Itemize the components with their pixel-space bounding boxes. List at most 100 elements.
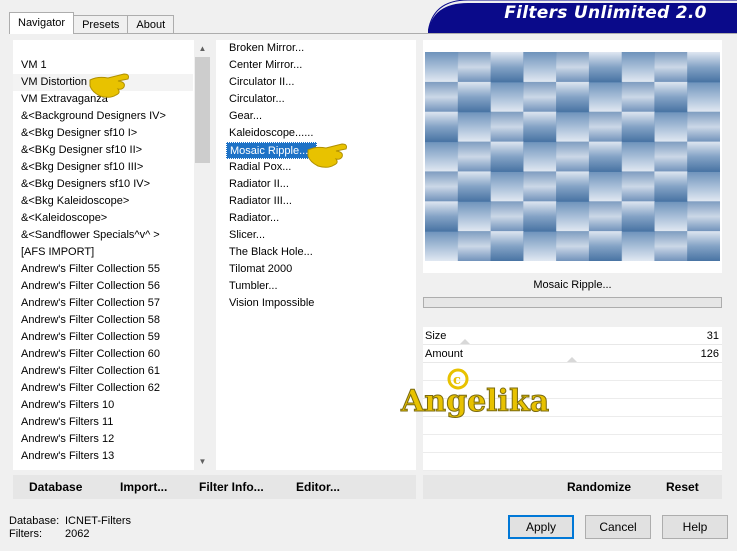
category-item[interactable]: Andrew's Filter Collection 61 (13, 363, 193, 380)
preview-image (425, 52, 720, 261)
filter-item[interactable]: Radiator III... (226, 193, 317, 210)
reset-button[interactable]: Reset (666, 480, 699, 494)
preview-tile (621, 171, 655, 202)
preview-tile (588, 52, 623, 83)
category-scrollbar[interactable]: ▲ ▼ (194, 40, 211, 470)
tab-navigator[interactable]: Navigator (9, 12, 75, 34)
tab-divider (9, 33, 737, 34)
category-item[interactable]: Andrew's Filter Collection 62 (13, 380, 193, 397)
filter-item[interactable]: Slicer... (226, 227, 317, 244)
filter-item[interactable]: Kaleidoscope...... (226, 125, 317, 142)
preview-tile (687, 52, 720, 83)
param-amount-slider[interactable] (567, 357, 578, 362)
param-amount-label: Amount (425, 348, 463, 360)
preview-tile (425, 81, 459, 113)
category-list[interactable]: VM 1 VM Distortion VM Extravaganza &<Backgr… (13, 57, 193, 465)
param-amount-row[interactable]: Amount 126 (423, 345, 722, 363)
category-item[interactable]: Andrew's Filter Collection 55 (13, 261, 193, 278)
preview-tile (621, 111, 655, 143)
filter-item[interactable]: Radiator II... (226, 176, 317, 193)
category-item[interactable]: &<Bkg Designer sf10 III> (13, 159, 193, 176)
category-item[interactable]: &<Kaleidoscope> (13, 210, 193, 227)
filter-item[interactable]: Circulator II... (226, 74, 317, 91)
filter-item[interactable]: Radial Pox... (226, 159, 317, 176)
category-item[interactable]: Andrew's Filters 11 (13, 414, 193, 431)
preview-tile (654, 141, 688, 172)
category-item[interactable]: &<Sandflower Specials^v^ > (13, 227, 193, 244)
preview-tile (621, 52, 655, 83)
filter-item[interactable]: Radiator... (226, 210, 317, 227)
preview-tile (425, 201, 459, 232)
randomize-button[interactable]: Randomize (567, 480, 631, 494)
category-item[interactable]: &<BKg Designer sf10 II> (13, 142, 193, 159)
category-item[interactable]: &<Background Designers IV> (13, 108, 193, 125)
preview-tile (490, 141, 524, 172)
category-item[interactable]: Andrew's Filter Collection 59 (13, 329, 193, 346)
category-item[interactable]: &<Bkg Kaleidoscope> (13, 193, 193, 210)
help-button[interactable]: Help (662, 515, 728, 539)
preview-tile (457, 171, 492, 202)
scroll-thumb[interactable] (195, 57, 210, 163)
scroll-down-icon[interactable]: ▼ (194, 453, 211, 470)
filter-info-button[interactable]: Filter Info... (199, 480, 264, 494)
category-item[interactable]: Andrew's Filter Collection 57 (13, 295, 193, 312)
filter-item[interactable]: Vision Impossible (226, 295, 317, 312)
progress-bar (423, 297, 722, 308)
category-item[interactable]: Andrew's Filters 12 (13, 431, 193, 448)
preview-tile (588, 81, 623, 113)
category-item[interactable]: &<Bkg Designer sf10 I> (13, 125, 193, 142)
tab-bar: Navigator Presets About (9, 12, 175, 34)
preview-tile (654, 171, 688, 202)
category-item[interactable]: Andrew's Filter Collection 60 (13, 346, 193, 363)
preview-tile (687, 111, 720, 143)
preview-tile (425, 111, 459, 143)
preview-tile (523, 111, 557, 143)
filter-item[interactable]: Circulator... (226, 91, 317, 108)
preview-tile (457, 52, 492, 83)
filter-item[interactable]: Center Mirror... (226, 57, 317, 74)
category-item[interactable]: Andrew's Filter Collection 56 (13, 278, 193, 295)
preview-tile (556, 81, 590, 113)
title-banner: Filters Unlimited 2.0 (428, 0, 737, 33)
category-item[interactable]: Andrew's Filters 10 (13, 397, 193, 414)
filter-item[interactable]: Tumbler... (226, 278, 317, 295)
apply-button[interactable]: Apply (508, 515, 574, 539)
filter-item[interactable]: The Black Hole... (226, 244, 317, 261)
preview-tile (425, 52, 459, 83)
param-empty-row (423, 435, 722, 453)
cancel-button[interactable]: Cancel (585, 515, 651, 539)
import-button[interactable]: Import... (120, 480, 167, 494)
database-info: Database: ICNET-Filters Filters: 2062 (9, 515, 131, 541)
preview-tile (556, 201, 590, 232)
category-item[interactable]: Andrew's Filter Collection 58 (13, 312, 193, 329)
tab-about[interactable]: About (127, 15, 175, 34)
preview-tile (490, 111, 524, 143)
filter-item[interactable]: Mosaic Ripple... (226, 142, 318, 159)
category-item[interactable]: Andrew's Filters 13 (13, 448, 193, 465)
database-button[interactable]: Database (29, 480, 82, 494)
filters-count-label: Filters: (9, 528, 42, 540)
scroll-up-icon[interactable]: ▲ (194, 40, 211, 57)
preview-tile (588, 231, 623, 261)
filter-list-panel: Broken Mirror... Center Mirror... Circulat… (216, 40, 416, 470)
editor-button[interactable]: Editor... (296, 480, 340, 494)
tab-presets[interactable]: Presets (73, 15, 129, 34)
param-size-slider[interactable] (459, 339, 470, 344)
preview-tile (425, 231, 459, 261)
preview-tile (490, 231, 524, 261)
preview-tile (621, 231, 655, 261)
category-item[interactable]: [AFS IMPORT] (13, 244, 193, 261)
preview-tile (621, 141, 655, 172)
preview-tile (687, 141, 720, 172)
filter-list[interactable]: Broken Mirror... Center Mirror... Circulat… (226, 40, 318, 312)
category-item[interactable]: &<Bkg Designers sf10 IV> (13, 176, 193, 193)
watermark-logo: Angelika c (400, 368, 550, 420)
param-size-row[interactable]: Size 31 (423, 327, 722, 345)
preview-tile (588, 141, 623, 172)
filter-item[interactable]: Tilomat 2000 (226, 261, 317, 278)
filter-item[interactable]: Broken Mirror... (226, 40, 317, 57)
filters-count-value: 2062 (65, 528, 90, 540)
parameter-tools-bar: Randomize Reset (423, 475, 722, 499)
filter-item[interactable]: Gear... (226, 108, 317, 125)
preview-tile (523, 81, 557, 113)
